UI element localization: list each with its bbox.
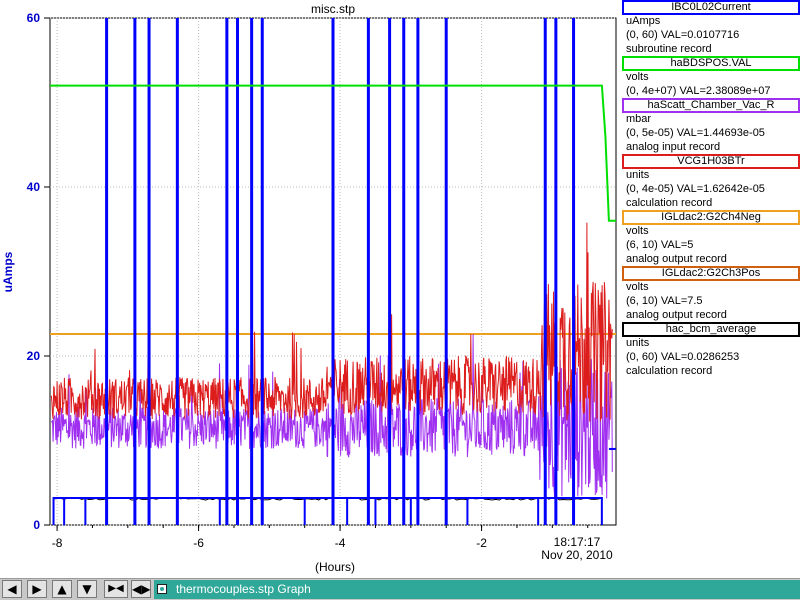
legend-unit: units [626,337,650,349]
legend-series-name[interactable]: hac_bcm_average [622,322,800,337]
y-axis-label: uAmps [1,251,15,292]
tab-thermocouples-graph[interactable]: thermocouples.stp Graph [154,580,800,599]
expand-icon[interactable]: ◀▶ [131,580,151,598]
legend-range: (0, 60) VAL=0.0107716 [626,29,740,41]
legend-range: (0, 4e-05) VAL=1.62642e-05 [626,183,765,195]
time-marker-time: 18:17:17 [554,535,601,549]
x-tick-label: -8 [52,536,63,550]
x-axis-label: (Hours) [315,560,355,574]
legend-range: (6, 10) VAL=7.5 [626,295,703,307]
legend-series-name[interactable]: IGLdac2:G2Ch4Neg [622,210,800,225]
bottom-toolbar: ◀ ▶ ▲ ▼ ▶◀ ◀▶ thermocouples.stp Graph [0,578,800,600]
y-tick-label: 40 [27,180,41,194]
legend-series-name[interactable]: IBC0L02Current [622,0,800,15]
y-tick-label: 60 [27,11,41,25]
legend-series-name[interactable]: VCG1H03BTr [622,154,800,169]
legend-series-name[interactable]: haBDSPOS.VAL [622,56,800,71]
legend-record-type: analog output record [626,309,727,321]
legend-panel: IBC0L02Current uAmps (0, 60) VAL=0.0107716… [620,0,800,578]
legend-unit: volts [626,71,649,83]
legend-series-name[interactable]: IGLdac2:G2Ch3Pos [622,266,800,281]
legend-range: (0, 4e+07) VAL=2.38089e+07 [626,85,771,97]
chart-title: misc.stp [311,2,355,16]
chart-area: -8 -6 -4 -2 0 20 40 60 misc.stp uAmps (Hours) 1… [1,2,617,574]
legend-unit: uAmps [626,15,661,27]
x-tick-label: -2 [476,536,487,550]
arrow-up-icon[interactable]: ▲ [52,580,72,598]
legend-record-type: subroutine record [626,43,712,55]
legend-unit: volts [626,225,649,237]
legend-record-type: calculation record [626,365,713,377]
time-marker-date: Nov 20, 2010 [541,548,613,562]
x-tick-label: -4 [335,536,346,550]
y-tick-label: 20 [27,349,41,363]
legend-range: (0, 60) VAL=0.0286253 [626,351,740,363]
graph-tab-icon [157,584,167,594]
y-tick-label: 0 [33,518,40,532]
legend-record-type: analog input record [626,141,721,153]
arrow-down-icon[interactable]: ▼ [77,580,97,598]
tab-label: thermocouples.stp Graph [176,582,311,596]
shrink-icon[interactable]: ▶◀ [104,580,128,598]
legend-unit: volts [626,281,649,293]
legend-record-type: calculation record [626,197,713,209]
legend-range: (6, 10) VAL=5 [626,239,694,251]
legend-range: (0, 5e-05) VAL=1.44693e-05 [626,127,765,139]
x-tick-label: -6 [193,536,204,550]
legend-series-name[interactable]: haScatt_Chamber_Vac_R [622,98,800,113]
legend-unit: mbar [626,113,652,125]
legend-record-type: analog output record [626,253,727,265]
arrow-left-icon[interactable]: ◀ [2,580,22,598]
legend-unit: units [626,169,650,181]
arrow-right-icon[interactable]: ▶ [27,580,47,598]
